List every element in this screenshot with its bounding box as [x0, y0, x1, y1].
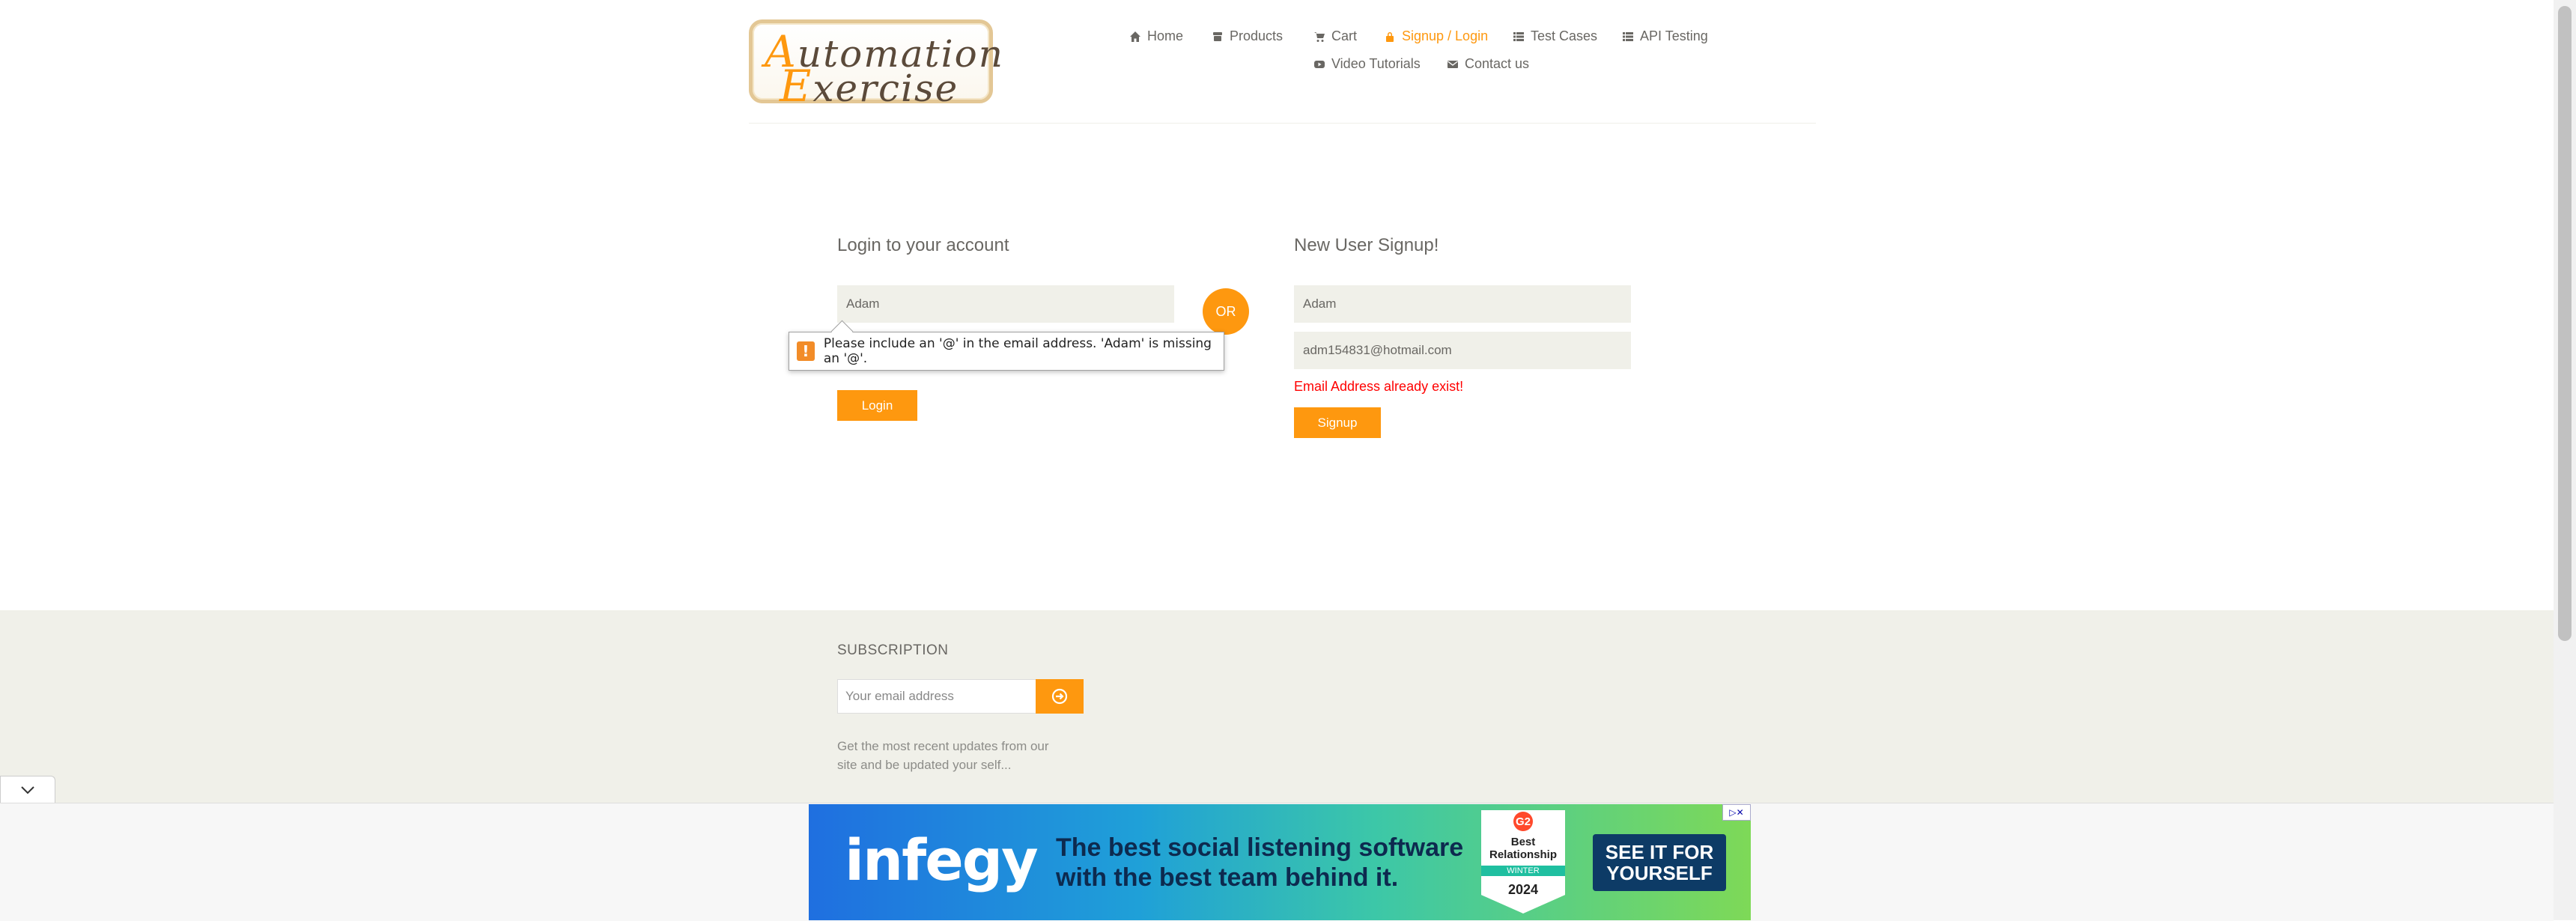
cart-icon [1314, 31, 1325, 42]
site-logo[interactable]: Automation Exercise [749, 19, 1003, 112]
nav-home[interactable]: Home [1129, 28, 1183, 44]
validation-message: Please include an '@' in the email addre… [823, 336, 1212, 366]
subscription-description: Get the most recent updates from our sit… [837, 739, 1049, 772]
badge-season: WINTER [1481, 866, 1565, 876]
ad-headline: The best social listening software with … [1056, 833, 1464, 892]
signup-name-input[interactable]: Adam [1294, 285, 1631, 323]
logo-line2: Exercise [780, 61, 959, 112]
header-divider [749, 123, 1816, 124]
login-email-input[interactable]: Adam [837, 285, 1174, 323]
subscription-email-input[interactable]: Your email address [837, 679, 1036, 714]
g2-award-badge: G2 Best Relationship WINTER 2024 [1481, 810, 1565, 914]
signup-title: New User Signup! [1294, 235, 1439, 255]
nav-cart-label: Cart [1331, 28, 1358, 43]
nav-home-label: Home [1147, 28, 1184, 43]
home-icon [1130, 31, 1140, 42]
page-scrollbar[interactable] [2554, 0, 2576, 920]
nav-api-testing[interactable]: API Testing [1622, 28, 1708, 44]
subscription-title: SUBSCRIPTION [837, 642, 949, 658]
nav-signup-login-label: Signup / Login [1402, 28, 1489, 43]
nav-test-cases[interactable]: Test Cases [1513, 28, 1597, 44]
list-icon [1513, 31, 1524, 41]
nav-signup-login[interactable]: Signup / Login [1384, 28, 1488, 44]
badge-year: 2024 [1507, 882, 1539, 897]
youtube-icon [1314, 60, 1325, 68]
validation-tooltip: ! Please include an '@' in the email add… [789, 320, 1224, 371]
signup-error-message: Email Address already exist! [1294, 379, 1464, 394]
login-button[interactable]: Login [837, 390, 917, 421]
signup-email-input[interactable]: adm154831@hotmail.com [1294, 332, 1631, 369]
subscribe-button[interactable] [1036, 679, 1084, 714]
list-icon [1623, 31, 1633, 41]
or-badge: OR [1203, 288, 1249, 335]
lock-icon [1386, 31, 1394, 42]
nav-cart[interactable]: Cart [1313, 28, 1357, 44]
ad-brand-logo: infegy [845, 827, 1039, 893]
ad-cta-button[interactable]: SEE IT FOR YOURSELF [1593, 834, 1726, 891]
scrollbar-thumb[interactable] [2558, 6, 2572, 641]
page: Automation Exercise Home Products Cart S… [0, 0, 2576, 921]
nav-products[interactable]: Products [1212, 28, 1283, 44]
chevron-down-icon [21, 786, 34, 794]
login-title: Login to your account [837, 235, 1009, 255]
products-icon [1213, 31, 1222, 41]
warning-icon: ! [797, 341, 815, 361]
nav-video-tutorials[interactable]: Video Tutorials [1313, 56, 1421, 72]
arrow-circle-right-icon [1051, 688, 1068, 705]
nav-contact-us[interactable]: Contact us [1447, 56, 1529, 72]
g2-logo-icon: G2 [1513, 812, 1533, 831]
footer [0, 610, 2554, 805]
envelope-icon [1448, 60, 1458, 68]
nav-contact-us-label: Contact us [1465, 56, 1530, 71]
signup-button[interactable]: Signup [1294, 407, 1381, 438]
ad-close-icon[interactable]: ▷✕ [1722, 804, 1751, 821]
collapse-ad-button[interactable] [0, 776, 55, 803]
nav-test-cases-label: Test Cases [1531, 28, 1598, 43]
nav-video-tutorials-label: Video Tutorials [1331, 56, 1421, 71]
badge-title: Best Relationship [1489, 836, 1557, 861]
ad-banner[interactable]: infegy The best social listening softwar… [809, 804, 1751, 920]
nav-products-label: Products [1230, 28, 1284, 43]
nav-api-testing-label: API Testing [1640, 28, 1708, 43]
